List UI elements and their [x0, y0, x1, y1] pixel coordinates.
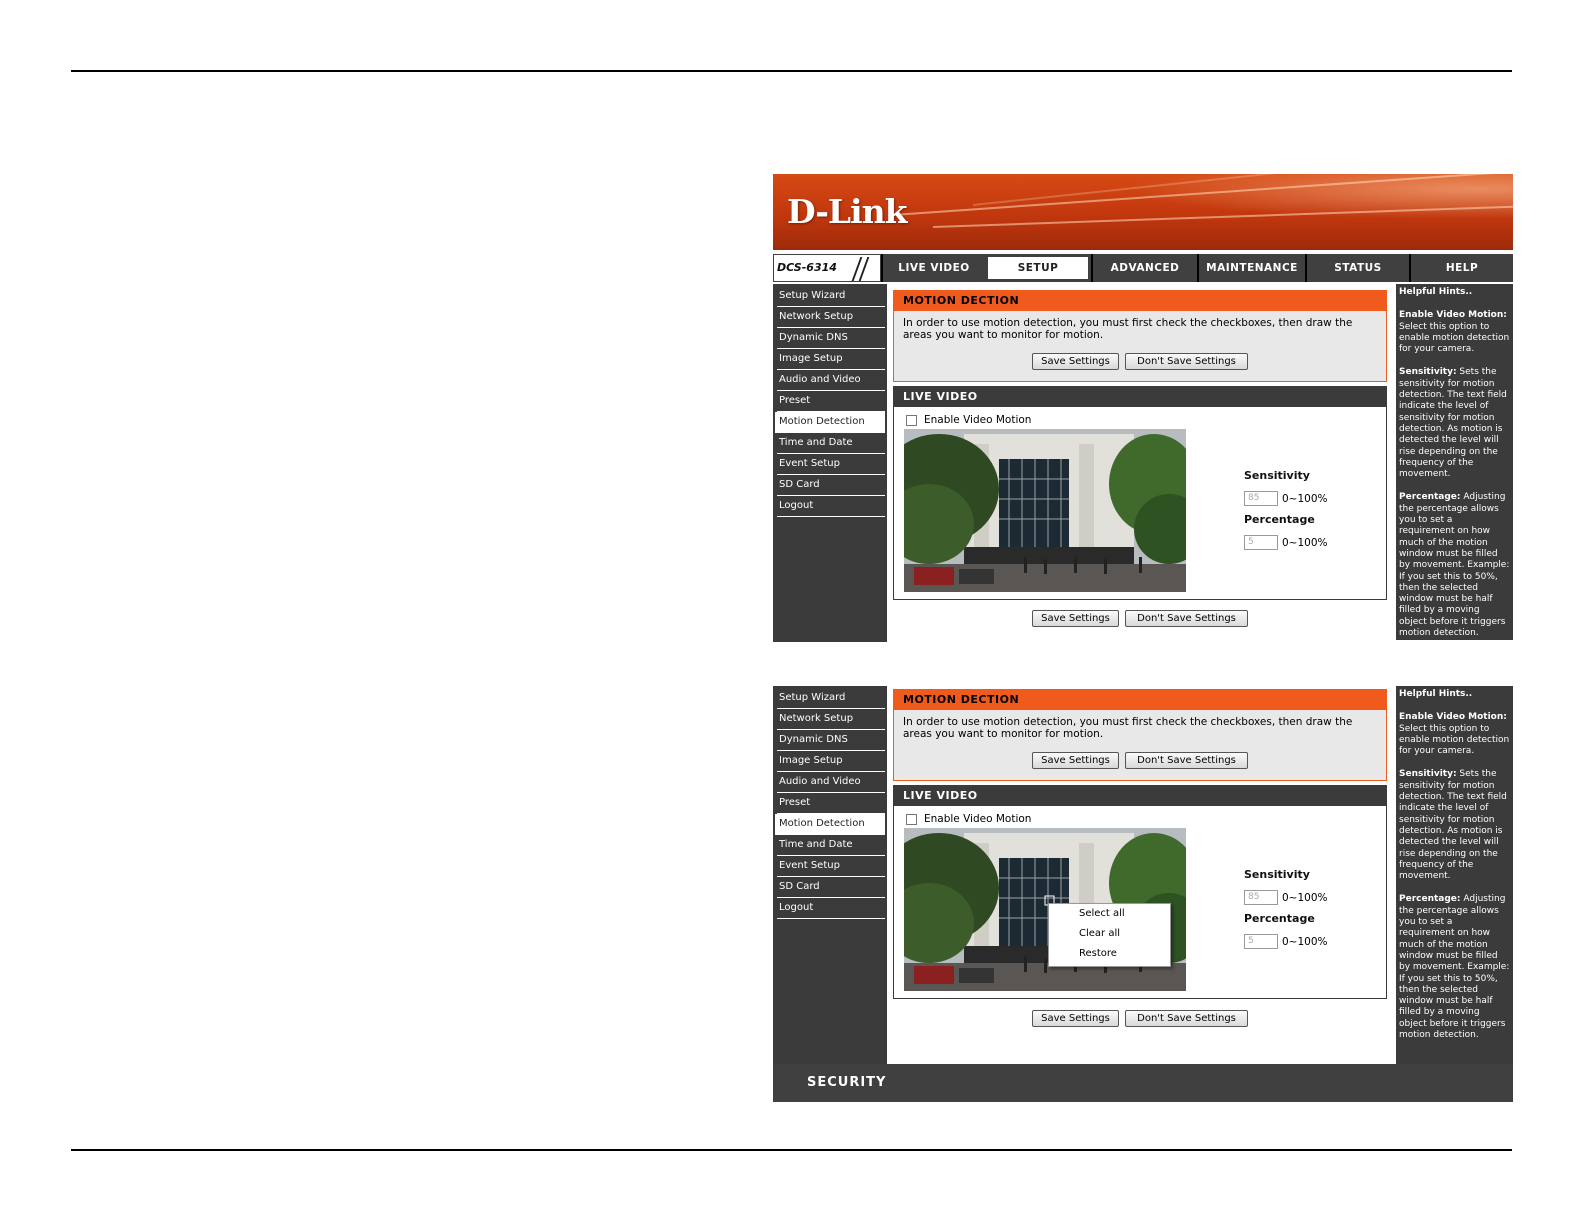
sidebar-item-setup-wizard[interactable]: Setup Wizard — [777, 688, 885, 709]
section-title: MOTION DECTION — [894, 690, 1386, 710]
sensitivity-label: Sensitivity — [1244, 868, 1310, 881]
motion-description: In order to use motion detection, you mu… — [903, 716, 1353, 740]
sidebar-item-audio-video[interactable]: Audio and Video — [777, 370, 885, 391]
helpful-hints: Helpful Hints.. Enable Video Motion: Sel… — [1396, 686, 1513, 1064]
hint-enable-title: Enable Video Motion: — [1399, 310, 1507, 321]
sidebar-item-audio-video[interactable]: Audio and Video — [777, 772, 885, 793]
dlink-logo: D-Link — [787, 192, 908, 231]
live-video-feed[interactable] — [904, 429, 1186, 592]
section-title: LIVE VIDEO — [894, 786, 1386, 806]
sidebar-item-image-setup[interactable]: Image Setup — [777, 349, 885, 370]
sidebar-item-network-setup[interactable]: Network Setup — [777, 709, 885, 730]
sidebar-item-time-date[interactable]: Time and Date — [777, 835, 885, 856]
percentage-input[interactable]: 5 — [1244, 934, 1278, 949]
dont-save-button[interactable]: Don't Save Settings — [1125, 1010, 1248, 1027]
tab-live-video[interactable]: LIVE VIDEO — [881, 254, 985, 282]
hint-sensitivity-title: Sensitivity: — [1399, 769, 1457, 780]
hint-enable-title: Enable Video Motion: — [1399, 712, 1507, 723]
footer-security-label: SECURITY — [807, 1075, 887, 1090]
main-content: MOTION DECTION In order to use motion de… — [887, 686, 1396, 1064]
header-banner: D-Link — [773, 174, 1513, 250]
hints-title: Helpful Hints.. — [1399, 287, 1473, 297]
tab-advanced[interactable]: ADVANCED — [1091, 254, 1197, 282]
sidebar-item-network-setup[interactable]: Network Setup — [777, 307, 885, 328]
enable-video-motion-label: Enable Video Motion — [924, 813, 1032, 825]
hint-percentage-title: Percentage: — [1399, 492, 1461, 503]
sidebar-item-setup-wizard[interactable]: Setup Wizard — [777, 286, 885, 307]
percentage-label: Percentage — [1244, 912, 1315, 925]
percentage-label: Percentage — [1244, 513, 1315, 526]
context-menu-clear-all[interactable]: Clear all — [1049, 924, 1170, 944]
motion-detection-box: MOTION DECTION In order to use motion de… — [893, 290, 1387, 382]
hint-sensitivity-title: Sensitivity: — [1399, 367, 1457, 378]
percentage-input[interactable]: 5 — [1244, 535, 1278, 550]
sidebar-item-logout[interactable]: Logout — [777, 898, 885, 919]
sensitivity-unit: 0~100% — [1282, 493, 1328, 505]
sidebar-item-preset[interactable]: Preset — [777, 793, 885, 814]
sensitivity-unit: 0~100% — [1282, 892, 1328, 904]
section-title: LIVE VIDEO — [894, 387, 1386, 407]
bottom-rule — [71, 1149, 1512, 1151]
helpful-hints: Helpful Hints.. Enable Video Motion: Sel… — [1396, 284, 1513, 640]
motion-detection-box: MOTION DECTION In order to use motion de… — [893, 689, 1387, 781]
sidebar-item-motion-detection[interactable]: Motion Detection — [775, 814, 885, 835]
sensitivity-input[interactable]: 85 — [1244, 890, 1278, 905]
percentage-unit: 0~100% — [1282, 936, 1328, 948]
tab-status[interactable]: STATUS — [1305, 254, 1409, 282]
hint-percentage-text: Adjusting the percentage allows you to s… — [1399, 894, 1510, 1041]
sidebar-item-sd-card[interactable]: SD Card — [777, 475, 885, 496]
sidebar-item-dynamic-dns[interactable]: Dynamic DNS — [777, 730, 885, 751]
hint-percentage-text: Adjusting the percentage allows you to s… — [1399, 492, 1510, 639]
enable-video-motion-label: Enable Video Motion — [924, 414, 1032, 426]
hint-sensitivity-text: Sets the sensitivity for motion detectio… — [1399, 367, 1507, 480]
save-button[interactable]: Save Settings — [1032, 1010, 1119, 1027]
sidebar-item-time-date[interactable]: Time and Date — [777, 433, 885, 454]
model-label: DCS-6314 — [773, 254, 881, 282]
tab-help[interactable]: HELP — [1409, 254, 1513, 282]
save-button[interactable]: Save Settings — [1032, 752, 1119, 769]
hint-enable-text: Select this option to enable motion dete… — [1399, 321, 1510, 355]
sidebar-item-preset[interactable]: Preset — [777, 391, 885, 412]
sidebar-item-dynamic-dns[interactable]: Dynamic DNS — [777, 328, 885, 349]
save-button[interactable]: Save Settings — [1032, 353, 1119, 370]
motion-description: In order to use motion detection, you mu… — [903, 317, 1353, 341]
footer-bar: SECURITY — [773, 1064, 1513, 1102]
sidebar-item-event-setup[interactable]: Event Setup — [777, 454, 885, 475]
tab-maintenance[interactable]: MAINTENANCE — [1197, 254, 1305, 282]
live-video-box: LIVE VIDEO Enable Video Motion — [893, 785, 1387, 999]
top-rule — [71, 70, 1512, 72]
sidebar: Setup Wizard Network Setup Dynamic DNS I… — [773, 284, 887, 642]
context-menu: Select all Clear all Restore — [1048, 903, 1171, 967]
sidebar-item-motion-detection[interactable]: Motion Detection — [775, 412, 885, 433]
sidebar-item-event-setup[interactable]: Event Setup — [777, 856, 885, 877]
top-nav: DCS-6314 LIVE VIDEO SETUP ADVANCED MAINT… — [773, 254, 1513, 282]
percentage-unit: 0~100% — [1282, 537, 1328, 549]
sidebar-item-image-setup[interactable]: Image Setup — [777, 751, 885, 772]
section-title: MOTION DECTION — [894, 291, 1386, 311]
live-video-box: LIVE VIDEO Enable Video Motion — [893, 386, 1387, 600]
hint-percentage-title: Percentage: — [1399, 894, 1461, 905]
hint-sensitivity-text: Sets the sensitivity for motion detectio… — [1399, 769, 1507, 882]
main-content: MOTION DECTION In order to use motion de… — [887, 284, 1396, 640]
context-menu-select-all[interactable]: Select all — [1049, 904, 1170, 924]
enable-video-motion-checkbox[interactable] — [906, 415, 917, 426]
hints-title: Helpful Hints.. — [1399, 689, 1473, 699]
dont-save-button[interactable]: Don't Save Settings — [1125, 752, 1248, 769]
sidebar: Setup Wizard Network Setup Dynamic DNS I… — [773, 686, 887, 1066]
hint-enable-text: Select this option to enable motion dete… — [1399, 723, 1510, 757]
save-button[interactable]: Save Settings — [1032, 610, 1119, 627]
tab-setup[interactable]: SETUP — [985, 254, 1091, 282]
sidebar-item-logout[interactable]: Logout — [777, 496, 885, 517]
dont-save-button[interactable]: Don't Save Settings — [1125, 610, 1248, 627]
sidebar-item-sd-card[interactable]: SD Card — [777, 877, 885, 898]
sensitivity-label: Sensitivity — [1244, 469, 1310, 482]
sensitivity-input[interactable]: 85 — [1244, 491, 1278, 506]
enable-video-motion-checkbox[interactable] — [906, 814, 917, 825]
dont-save-button[interactable]: Don't Save Settings — [1125, 353, 1248, 370]
context-menu-restore[interactable]: Restore — [1049, 944, 1170, 964]
model-name: DCS-6314 — [777, 261, 837, 274]
